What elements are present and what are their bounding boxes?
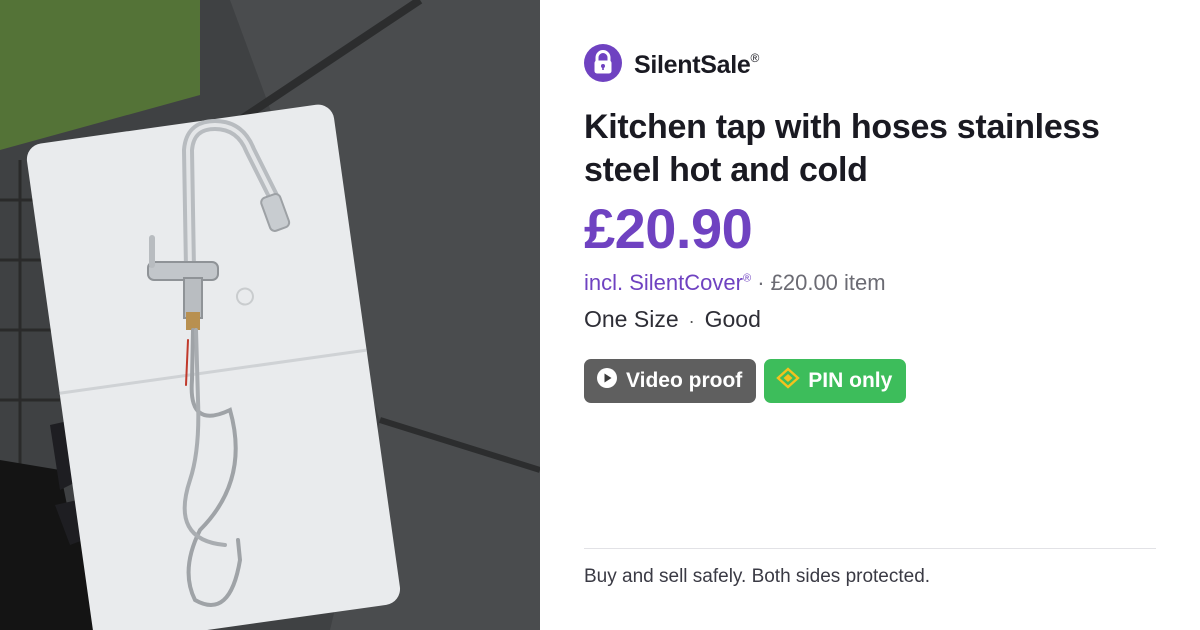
item-price: · £20.00 item <box>757 270 886 295</box>
pin-only-badge[interactable]: PIN only <box>764 359 907 403</box>
video-proof-badge[interactable]: Video proof <box>584 359 757 403</box>
separator-dot: · <box>688 311 695 331</box>
price-breakdown: incl. SilentCover® · £20.00 item <box>584 270 886 296</box>
listing-info-panel: SilentSale® Kitchen tap with hoses stain… <box>540 0 1200 630</box>
listing-price: £20.90 <box>584 197 753 260</box>
brand-header[interactable]: SilentSale® <box>584 44 759 87</box>
size-value: One Size <box>584 306 679 332</box>
brand-name: SilentSale® <box>634 50 760 79</box>
play-icon <box>596 367 618 395</box>
padlock-icon <box>584 44 622 87</box>
pin-only-label: PIN only <box>808 369 893 392</box>
product-photo <box>0 0 540 630</box>
item-attributes: One Size · Good <box>584 306 761 333</box>
listing-title: Kitchen tap with hoses stainless steel h… <box>584 108 1100 189</box>
footer-tagline: Buy and sell safely. Both sides protecte… <box>584 566 931 587</box>
video-proof-label: Video proof <box>626 369 743 392</box>
trust-badges: Video proof PIN only <box>584 359 907 403</box>
listing-share-card: SilentSale® Kitchen tap with hoses stain… <box>0 0 1200 630</box>
silentcover-label[interactable]: incl. SilentCover® <box>584 270 751 295</box>
footer-divider <box>584 548 1156 549</box>
condition-value: Good <box>704 306 761 332</box>
registered-mark: ® <box>750 50 760 65</box>
diamond-icon <box>776 367 801 395</box>
